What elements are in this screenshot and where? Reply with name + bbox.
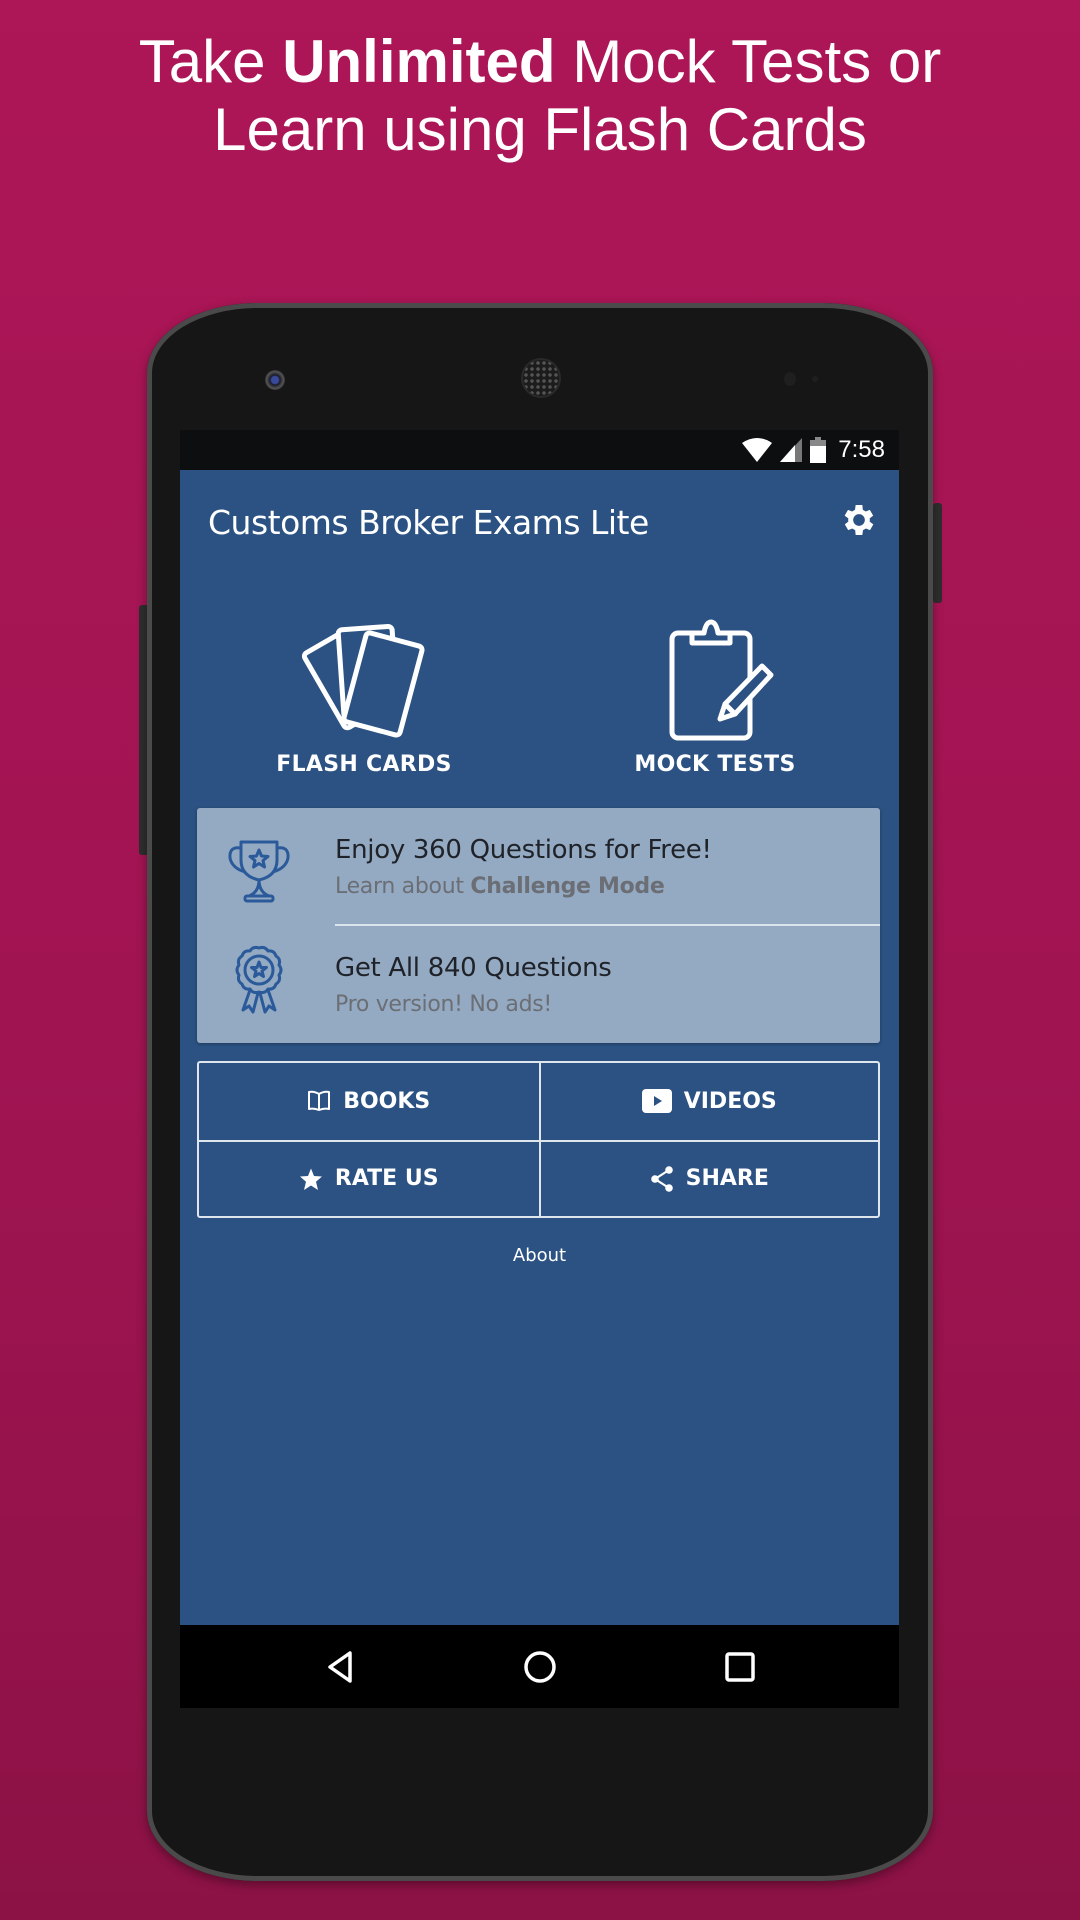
status-bar: 7:58 — [180, 430, 899, 470]
challenge-mode-link[interactable]: Challenge Mode — [470, 874, 664, 899]
pro-version-title: Get All 840 Questions — [335, 953, 612, 983]
pro-version-subtitle: Pro version! No ads! — [335, 992, 552, 1017]
flash-cards-button[interactable]: FLASH CARDS — [234, 618, 494, 798]
cell-signal-icon — [780, 438, 803, 462]
videos-button[interactable]: VIDEOS — [538, 1063, 879, 1140]
speaker-grille-icon — [523, 360, 559, 396]
app-title: Customs Broker Exams Lite — [208, 503, 649, 542]
wifi-icon — [742, 438, 773, 462]
free-questions-title: Enjoy 360 Questions for Free! — [335, 835, 712, 865]
share-label: SHARE — [685, 1166, 769, 1192]
headline-line-1: Take Unlimited Mock Tests or — [138, 28, 942, 95]
rate-us-button[interactable]: RATE US — [199, 1139, 539, 1217]
navigation-bar — [180, 1625, 899, 1708]
book-icon — [308, 1091, 331, 1112]
books-button[interactable]: BOOKS — [199, 1063, 539, 1140]
info-card: Enjoy 360 Questions for Free! Learn abou… — [197, 808, 880, 1043]
star-icon — [299, 1168, 322, 1190]
play-video-icon — [641, 1089, 672, 1114]
mock-tests-button[interactable]: MOCK TESTS — [585, 618, 845, 798]
share-button[interactable]: SHARE — [538, 1139, 878, 1216]
books-label: BOOKS — [343, 1088, 431, 1114]
gear-icon[interactable] — [839, 500, 879, 540]
videos-label: VIDEOS — [683, 1088, 777, 1114]
headline-line-2: Learn using Flash Cards — [213, 96, 867, 163]
mock-tests-label: MOCK TESTS — [634, 752, 796, 777]
share-icon — [650, 1165, 673, 1192]
clipboard-pencil-icon — [669, 619, 774, 741]
home-icon[interactable] — [518, 1645, 562, 1689]
rate-us-label: RATE US — [334, 1166, 439, 1192]
proximity-sensor-icon — [784, 372, 796, 386]
pro-version-row[interactable]: Get All 840 Questions Pro version! No ad… — [197, 926, 880, 1042]
about-link[interactable]: About — [180, 1245, 899, 1266]
back-icon[interactable] — [320, 1645, 364, 1689]
headline-bold: Unlimited — [282, 28, 556, 95]
front-camera-icon — [265, 370, 285, 390]
button-grid: BOOKS VIDEOS RATE US SHARE — [197, 1061, 880, 1218]
phone-side-button-right — [933, 503, 942, 603]
phone-screen: 7:58 Customs Broker Exams Lite FLASH CAR… — [180, 430, 899, 1708]
promo-headline: Take Unlimited Mock Tests or Learn using… — [0, 28, 1080, 164]
status-clock: 7:58 — [838, 436, 885, 463]
app-content: Customs Broker Exams Lite FLASH CARDS MO… — [180, 470, 899, 1625]
flash-cards-label: FLASH CARDS — [276, 752, 452, 777]
award-ribbon-icon — [235, 945, 283, 1014]
light-sensor-icon — [812, 376, 818, 382]
free-questions-row[interactable]: Enjoy 360 Questions for Free! Learn abou… — [197, 808, 880, 926]
free-questions-subtitle: Learn about Challenge Mode — [335, 874, 665, 899]
flash-cards-icon — [301, 623, 425, 738]
recents-icon[interactable] — [718, 1645, 762, 1689]
trophy-icon — [228, 840, 290, 903]
battery-icon — [810, 437, 827, 463]
